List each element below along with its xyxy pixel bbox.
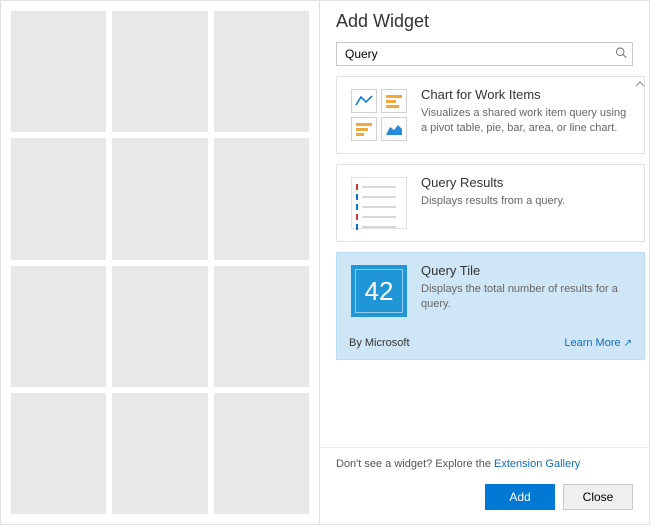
dashboard-tile[interactable] <box>112 266 207 387</box>
widget-title: Query Tile <box>421 263 632 278</box>
widget-body: Query Tile Displays the total number of … <box>421 263 632 319</box>
widget-desc: Displays results from a query. <box>421 194 632 209</box>
widget-publisher: By Microsoft <box>349 337 410 349</box>
chart-area-icon <box>381 117 407 141</box>
widget-title: Chart for Work Items <box>421 87 632 102</box>
search-row <box>320 38 649 76</box>
widget-thumb <box>349 87 409 143</box>
dashboard-tile[interactable] <box>112 138 207 259</box>
widget-thumb: 42 <box>349 263 409 319</box>
dashboard-grid <box>11 11 309 514</box>
widget-title: Query Results <box>421 175 632 190</box>
search-input[interactable] <box>336 42 633 66</box>
panel-footer: Don't see a widget? Explore the Extensio… <box>320 447 649 524</box>
extension-gallery-link[interactable]: Extension Gallery <box>494 458 580 470</box>
dashboard-tile[interactable] <box>11 138 106 259</box>
query-tile-icon: 42 <box>351 265 407 317</box>
dashboard-tile[interactable] <box>11 266 106 387</box>
tile-number: 42 <box>355 269 403 313</box>
learn-more-label: Learn More <box>564 337 620 349</box>
widget-body: Query Results Displays results from a qu… <box>421 175 632 231</box>
chart-bars-icon <box>381 89 407 113</box>
footer-prompt-text: Don't see a widget? Explore the <box>336 458 494 470</box>
add-button[interactable]: Add <box>485 484 555 510</box>
add-widget-panel: Add Widget <box>319 1 649 524</box>
widget-desc: Visualizes a shared work item query usin… <box>421 106 632 136</box>
widget-item-query-tile[interactable]: 42 Query Tile Displays the total number … <box>336 252 645 360</box>
widget-body: Chart for Work Items Visualizes a shared… <box>421 87 632 143</box>
widget-thumb <box>349 175 409 231</box>
dashboard-tile[interactable] <box>214 266 309 387</box>
footer-buttons: Add Close <box>336 484 633 510</box>
widget-item-chart-work-items[interactable]: Chart for Work Items Visualizes a shared… <box>336 76 645 154</box>
scroll-up-icon <box>635 76 647 84</box>
footer-prompt: Don't see a widget? Explore the Extensio… <box>336 458 633 470</box>
dashboard-tile[interactable] <box>214 393 309 514</box>
dashboard-area <box>1 1 319 524</box>
widget-desc: Displays the total number of results for… <box>421 282 632 312</box>
widget-item-query-results[interactable]: Query Results Displays results from a qu… <box>336 164 645 242</box>
chart-bars-alt-icon <box>351 117 377 141</box>
dashboard-tile[interactable] <box>112 11 207 132</box>
dashboard-tile[interactable] <box>11 11 106 132</box>
dashboard-tile[interactable] <box>214 11 309 132</box>
query-results-icon <box>351 177 407 229</box>
learn-more-link[interactable]: Learn More ↗ <box>564 337 632 349</box>
widget-list[interactable]: Chart for Work Items Visualizes a shared… <box>320 76 649 447</box>
dashboard-tile[interactable] <box>11 393 106 514</box>
panel-title: Add Widget <box>336 11 633 32</box>
app-root: Add Widget <box>0 0 650 525</box>
widget-meta-row: By Microsoft Learn More ↗ <box>349 337 632 349</box>
dashboard-tile[interactable] <box>112 393 207 514</box>
close-button[interactable]: Close <box>563 484 633 510</box>
panel-header: Add Widget <box>320 1 649 38</box>
chart-line-icon <box>351 89 377 113</box>
dashboard-tile[interactable] <box>214 138 309 259</box>
search-box <box>336 42 633 66</box>
external-link-icon: ↗ <box>624 338 632 349</box>
